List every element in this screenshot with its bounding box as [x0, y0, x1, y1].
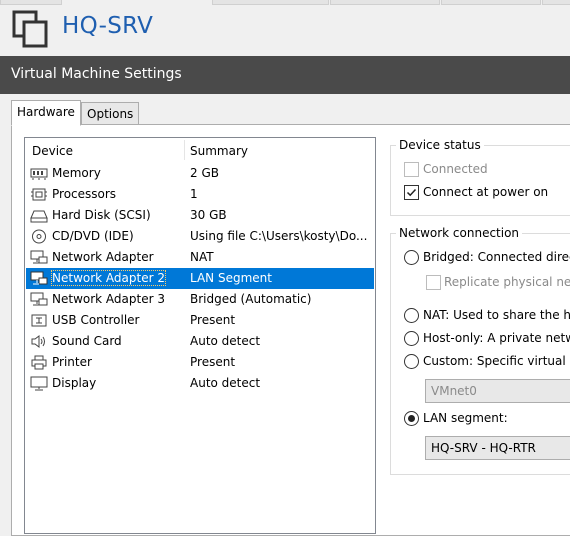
custom-network-value: VMnet0 [431, 384, 477, 398]
connect-at-power-on-checkbox[interactable] [404, 185, 419, 200]
host-only-label: Host-only: A private netw [423, 331, 570, 345]
memory-icon [30, 168, 48, 180]
background-app-header: HQ-SRV [0, 0, 570, 56]
lan-segment-label: LAN segment: [423, 411, 508, 425]
background-tab [542, 0, 570, 5]
device-name: Network Adapter 2 [51, 270, 166, 286]
column-header-device[interactable]: Device [32, 144, 73, 158]
hard-disk-icon [30, 210, 48, 223]
vm-logo-icon [12, 10, 48, 48]
device-row-network-adapter-2[interactable]: Network Adapter 2 LAN Segment [26, 268, 374, 289]
device-name: Display [52, 376, 97, 390]
tab-options[interactable]: Options [81, 102, 140, 126]
nat-radio[interactable] [404, 308, 419, 323]
device-row-network-adapter[interactable]: Network Adapter NAT [26, 247, 374, 268]
device-row-hard-disk[interactable]: Hard Disk (SCSI) 30 GB [26, 205, 374, 226]
device-name: Processors [52, 187, 117, 201]
device-name: Memory [52, 166, 101, 180]
device-summary: Bridged (Automatic) [190, 292, 312, 306]
device-name: Network Adapter [52, 250, 154, 264]
device-status-group [390, 145, 570, 216]
vm-name-title: HQ-SRV [62, 13, 154, 39]
device-status-title: Device status [396, 138, 484, 152]
bridged-label: Bridged: Connected direct [423, 250, 570, 264]
usb-icon [31, 314, 47, 327]
replicate-physical-label: Replicate physical netw [444, 275, 570, 289]
connect-at-power-on-label: Connect at power on [423, 185, 549, 199]
device-name: CD/DVD (IDE) [52, 229, 134, 243]
device-row-processors[interactable]: Processors 1 [26, 184, 374, 205]
device-name: USB Controller [52, 313, 140, 327]
network-connection-title: Network connection [396, 226, 523, 240]
device-row-network-adapter-3[interactable]: Network Adapter 3 Bridged (Automatic) [26, 289, 374, 310]
background-tab [441, 0, 541, 5]
device-summary: NAT [190, 250, 214, 264]
host-only-radio[interactable] [404, 331, 419, 346]
background-tab [330, 0, 440, 5]
custom-network-select[interactable]: VMnet0 [425, 379, 570, 403]
network-adapter-icon [30, 292, 48, 306]
replicate-physical-checkbox[interactable] [426, 275, 441, 290]
device-name: Printer [52, 355, 92, 369]
device-summary: Present [190, 355, 236, 369]
device-name: Network Adapter 3 [52, 292, 165, 306]
bridged-radio[interactable] [404, 250, 419, 265]
column-header-summary[interactable]: Summary [190, 144, 248, 158]
printer-icon [31, 355, 47, 370]
cd-dvd-icon [32, 229, 46, 244]
device-row-display[interactable]: Display Auto detect [26, 373, 374, 394]
background-tab [212, 0, 329, 5]
processor-icon [31, 188, 47, 201]
radio-selected-dot [408, 415, 415, 422]
device-summary: Auto detect [190, 376, 261, 390]
tab-hardware[interactable]: Hardware [11, 100, 81, 126]
device-row-sound-card[interactable]: Sound Card Auto detect [26, 331, 374, 352]
device-name: Sound Card [52, 334, 122, 348]
device-row-cd-dvd[interactable]: CD/DVD (IDE) Using file C:\Users\kosty\D… [26, 226, 374, 247]
lan-segment-radio[interactable] [404, 411, 419, 426]
dialog-title: Virtual Machine Settings [11, 66, 182, 82]
display-icon [30, 376, 48, 391]
connected-checkbox[interactable] [404, 162, 419, 177]
device-row-memory[interactable]: Memory 2 GB [26, 163, 374, 184]
device-summary: Auto detect [190, 334, 261, 348]
device-summary: Using file C:\Users\kosty\Do... [190, 229, 368, 243]
device-list[interactable]: Device Summary Memory 2 GB Processors 1 … [24, 137, 376, 534]
column-separator[interactable] [184, 140, 185, 160]
checkmark-icon [406, 188, 417, 197]
custom-radio[interactable] [404, 354, 419, 369]
device-summary: 1 [190, 187, 198, 201]
device-name: Hard Disk (SCSI) [52, 208, 151, 222]
background-tab [0, 0, 62, 5]
device-summary: Present [190, 313, 236, 327]
dialog-titlebar[interactable]: Virtual Machine Settings [0, 56, 570, 94]
network-adapter-icon [30, 271, 48, 285]
device-summary: LAN Segment [190, 271, 272, 285]
lan-segment-select[interactable]: HQ-SRV - HQ-RTR [425, 436, 570, 460]
nat-label: NAT: Used to share the ho [423, 308, 570, 322]
device-summary: 30 GB [190, 208, 227, 222]
speaker-icon [31, 335, 45, 348]
network-adapter-icon [30, 250, 48, 264]
device-summary: 2 GB [190, 166, 219, 180]
device-row-printer[interactable]: Printer Present [26, 352, 374, 373]
device-row-usb-controller[interactable]: USB Controller Present [26, 310, 374, 331]
connected-label: Connected [423, 162, 488, 176]
custom-label: Custom: Specific virtual ne [423, 354, 570, 368]
lan-segment-value: HQ-SRV - HQ-RTR [431, 441, 536, 455]
